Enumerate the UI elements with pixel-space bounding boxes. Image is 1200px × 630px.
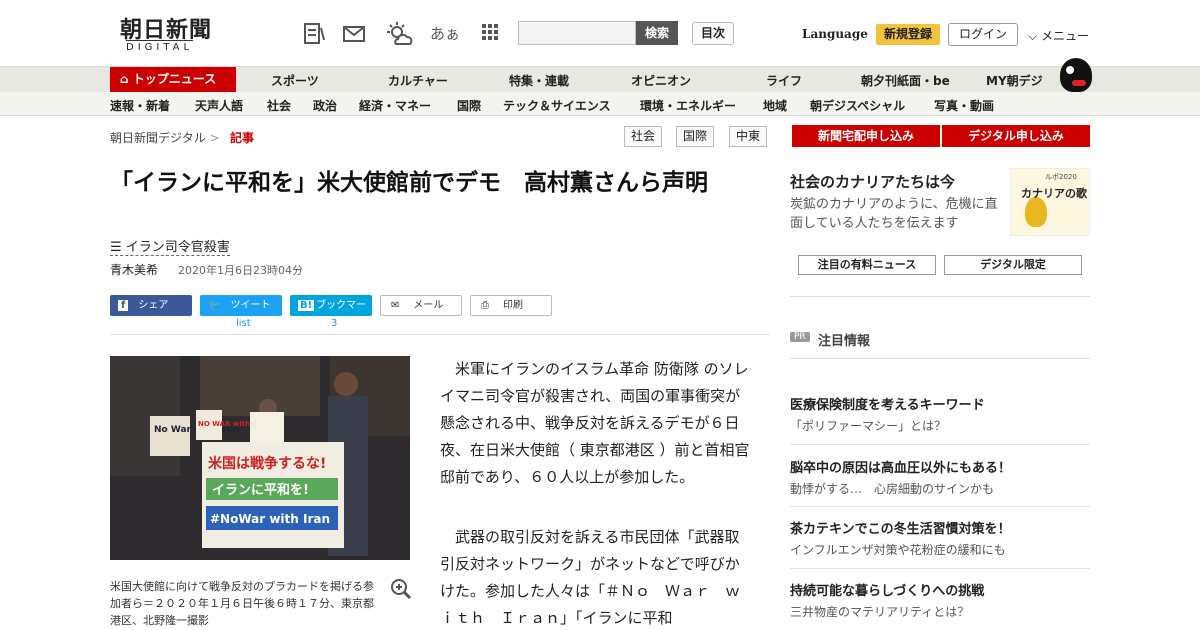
- newspaper-subscribe-button[interactable]: 新聞宅配申し込み: [792, 125, 940, 147]
- article-photo[interactable]: No War with Iran NO WAR with IRAN 米国は戦争す…: [110, 356, 410, 560]
- divider: [790, 296, 1090, 297]
- hatena-icon: B!: [298, 300, 315, 311]
- topic-label: イラン司令官殺害: [125, 240, 230, 255]
- divider: [790, 444, 1090, 445]
- pr-badge: PR: [790, 332, 810, 342]
- ad-title[interactable]: 医療保険制度を考えるキーワード: [790, 394, 985, 413]
- mascot-beak: [1072, 80, 1086, 86]
- ad-title[interactable]: 持続可能な暮らしづくりへの挑戦: [790, 580, 984, 599]
- publish-date: 2020年1月6日23時04分: [178, 264, 303, 277]
- digital-only-button[interactable]: デジタル限定: [944, 255, 1082, 275]
- print-icon: ⎙: [481, 300, 489, 311]
- breadcrumb-home[interactable]: 朝日新聞デジタル >: [110, 129, 220, 146]
- nav2-society[interactable]: 社会: [267, 97, 291, 114]
- chevron-down-icon: ⌵: [1028, 29, 1038, 43]
- search-button[interactable]: 検索: [636, 21, 678, 45]
- nav2-politics[interactable]: 政治: [313, 97, 337, 114]
- signup-button[interactable]: 新規登録: [876, 24, 940, 45]
- toc-button[interactable]: 目次: [692, 22, 734, 45]
- nav2-special[interactable]: 朝デジスペシャル: [810, 97, 905, 114]
- twitter-icon: 🐦: [208, 300, 221, 311]
- nav-life[interactable]: ライフ: [766, 72, 802, 89]
- tag-international[interactable]: 国際: [676, 126, 715, 147]
- nav2-tenseijingo[interactable]: 天声人語: [195, 97, 243, 114]
- ad-subtitle[interactable]: 三井物産のマテリアリティとは？: [790, 603, 969, 620]
- search-input[interactable]: [518, 21, 636, 45]
- font-size-icon[interactable]: あぁ: [430, 22, 460, 46]
- twitter-share-button[interactable]: 🐦 ツイート: [200, 295, 282, 316]
- ad-subtitle[interactable]: インフルエンザ対策や花粉症の緩和にも: [790, 541, 1006, 558]
- article-title: 「イランに平和を」米大使館前でデモ 高村薫さんら声明: [110, 170, 708, 196]
- nav-newspaper[interactable]: 朝夕刊紙面・be: [861, 72, 950, 89]
- nav2-photo-video[interactable]: 写真・動画: [934, 97, 994, 114]
- canaria-banner[interactable]: ルポ2020 カナリアの歌: [1010, 168, 1090, 236]
- nav-culture[interactable]: カルチャー: [388, 72, 448, 89]
- nav-sports[interactable]: スポーツ: [271, 72, 319, 89]
- weather-icon[interactable]: [386, 22, 414, 46]
- facebook-icon: f: [118, 300, 129, 311]
- breadcrumb-current: 記事: [230, 131, 255, 145]
- nav2-region[interactable]: 地域: [763, 97, 787, 114]
- photo-sign-line1: 米国は戦争するな!: [208, 455, 326, 472]
- login-button[interactable]: ログイン: [948, 23, 1018, 46]
- divider: [110, 334, 770, 335]
- photo-sign-line3: #NoWar with Iran: [210, 512, 330, 526]
- home-icon: ⌂: [120, 72, 129, 86]
- language-link[interactable]: Language: [802, 27, 868, 41]
- site-logo-sub: DIGITAL: [126, 40, 194, 53]
- ad-title[interactable]: 茶カテキンでこの冬生活習慣対策を！: [790, 518, 1011, 537]
- divider: [790, 506, 1090, 507]
- grid-icon[interactable]: [478, 22, 502, 46]
- feature-description: 炭鉱のカナリアのように、危機に直面している人たちを伝えます: [790, 197, 998, 231]
- canaria-badge-small: ルポ2020: [1045, 173, 1077, 181]
- mascot-eye: [1066, 66, 1074, 74]
- paid-news-button[interactable]: 注目の有料ニュース: [798, 255, 936, 275]
- photo-caption: 米国大使館に向けて戦争反対のプラカードを掲げる参加者ら＝２０２０年１月６日午後６…: [110, 580, 374, 627]
- menu-button[interactable]: ⌵ メニュー: [1028, 27, 1089, 44]
- ad-subtitle[interactable]: 動悸がする… 心房細動のサインかも: [790, 480, 994, 497]
- zoom-icon[interactable]: [390, 578, 412, 605]
- mail-icon: ✉: [391, 300, 400, 311]
- menu-label: メニュー: [1040, 29, 1089, 43]
- ad-subtitle[interactable]: 「ポリファーマシー」とは？: [790, 417, 946, 434]
- mail-share-button[interactable]: ✉ メール: [380, 295, 462, 316]
- photo-sign-line2: イランに平和を!: [212, 482, 309, 498]
- hatena-count[interactable]: 3: [331, 318, 337, 329]
- nav-features[interactable]: 特集・連載: [509, 72, 569, 89]
- pr-heading: 注目情報: [818, 334, 871, 349]
- nav-opinion[interactable]: オピニオン: [631, 72, 691, 89]
- nav2-breaking[interactable]: 速報・新着: [110, 97, 170, 114]
- twitter-count[interactable]: list: [236, 318, 251, 329]
- feature-title[interactable]: 社会のカナリアたちは今: [790, 171, 955, 192]
- nav2-international[interactable]: 国際: [457, 97, 481, 114]
- nav-my-asadigi[interactable]: MY朝デジ: [986, 72, 1043, 89]
- canaria-badge-big: カナリアの歌: [1021, 187, 1087, 200]
- memo-icon[interactable]: [302, 22, 326, 46]
- tab-top-news-label: トップニュース: [132, 72, 217, 86]
- article-paragraph: 武器の取引反対を訴える市民団体「武器取引反対ネットワーク」がネットなどで呼びかけ…: [440, 528, 741, 627]
- nav2-tech[interactable]: テック＆サイエンス: [503, 97, 611, 114]
- article-paragraph: 米軍にイランのイスラム革命 防衛隊 のソレイマニ司令官が殺害され、両国の軍事衝突…: [440, 360, 750, 486]
- tag-middle-east[interactable]: 中東: [729, 126, 768, 147]
- hatena-bookmark-button[interactable]: B! ブックマーク: [290, 295, 372, 332]
- mascot-icon[interactable]: [1060, 58, 1092, 92]
- ad-title[interactable]: 脳卒中の原因は高血圧以外にもある！: [790, 457, 1011, 476]
- facebook-share-button[interactable]: f シェア: [110, 295, 192, 316]
- author-name[interactable]: 青木美希: [110, 261, 158, 278]
- tag-society[interactable]: 社会: [624, 126, 663, 147]
- mail-icon[interactable]: [342, 22, 366, 46]
- digital-subscribe-button[interactable]: デジタル申し込み: [942, 125, 1090, 147]
- print-button[interactable]: ⎙ 印刷: [470, 295, 552, 316]
- tab-top-news[interactable]: ⌂ トップニュース: [110, 67, 236, 92]
- list-icon: ☰: [110, 240, 122, 255]
- nav2-environment[interactable]: 環境・エネルギー: [640, 97, 736, 114]
- topic-link[interactable]: ☰ イラン司令官殺害: [110, 236, 230, 256]
- nav2-economy[interactable]: 経済・マネー: [359, 97, 431, 114]
- divider: [790, 568, 1090, 569]
- divider: [790, 358, 1090, 359]
